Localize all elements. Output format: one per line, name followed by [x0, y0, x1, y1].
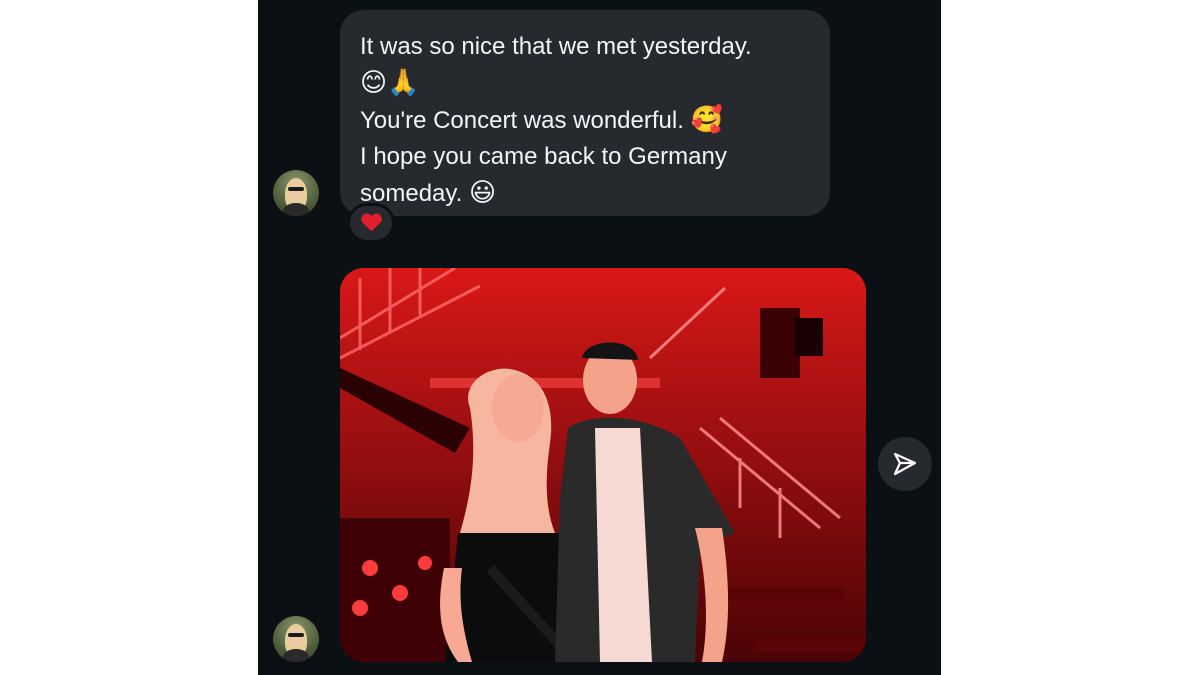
share-button[interactable] [878, 437, 932, 491]
message-line-2-text: You're Concert was wonderful. [360, 107, 684, 134]
send-icon [893, 452, 917, 476]
avatar-glasses [288, 633, 304, 637]
message-line-2: You're Concert was wonderful. 🥰 [360, 102, 810, 139]
smile-pray-emoji: 😊🙏 [360, 68, 420, 98]
message-emoji-line: 😊🙏 [360, 65, 810, 102]
sender-avatar[interactable] [273, 170, 319, 216]
sender-avatar[interactable] [273, 616, 319, 662]
heart-icon [361, 214, 381, 232]
chat-panel: It was so nice that we met yesterday. 😊🙏… [258, 0, 941, 675]
grin-emoji: 😃 [468, 178, 497, 208]
heart-reaction[interactable] [347, 203, 395, 243]
avatar-shirt [283, 203, 309, 216]
page: It was so nice that we met yesterday. 😊🙏… [0, 0, 1200, 675]
message-bubble[interactable]: It was so nice that we met yesterday. 😊🙏… [340, 10, 830, 216]
avatar-glasses [288, 187, 304, 191]
love-emoji: 🥰 [690, 105, 723, 135]
avatar-shirt [283, 649, 309, 662]
message-line-3: I hope you came back to Germany [360, 143, 727, 170]
message-line-1: It was so nice that we met yesterday. [360, 33, 752, 60]
photo-icon [340, 268, 866, 662]
message-line-4: someday. 😃 [360, 175, 810, 212]
message-photo[interactable] [340, 268, 866, 662]
